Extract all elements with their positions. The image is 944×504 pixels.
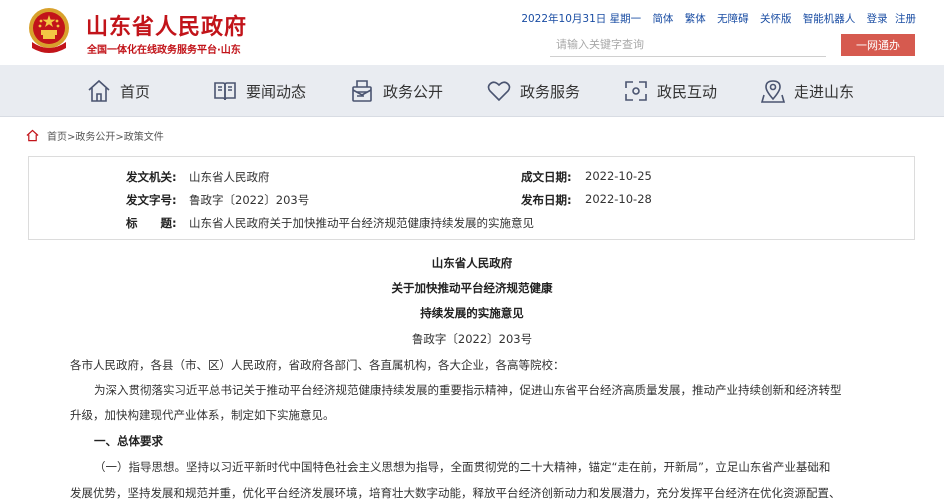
- document-icon: [352, 80, 372, 102]
- nav-label: 首页: [120, 82, 151, 101]
- article-doc-number: 鲁政字〔2022〕203号: [411, 332, 533, 346]
- site-tagline: 全国一体化在线政务服务平台·山东: [87, 45, 241, 56]
- book-icon: [214, 82, 236, 101]
- one-stop-service-button[interactable]: 一网通办: [841, 34, 915, 56]
- home-icon[interactable]: [26, 129, 39, 142]
- breadcrumb: 首页>政务公开>政策文件: [26, 128, 164, 143]
- published-date-label: 发布日期:: [521, 193, 572, 207]
- nav-label: 走进山东: [794, 82, 855, 101]
- heart-icon: [487, 81, 511, 102]
- link-register[interactable]: 注册: [895, 13, 916, 25]
- paragraph-line-2: 发展优势，坚持发展和规范并重，优化平台经济发展环境，培育壮大数字动能，释放平台经…: [70, 486, 841, 500]
- link-simplified[interactable]: 简体: [652, 13, 673, 25]
- nav-item-gov-affairs[interactable]: 政务公开: [349, 76, 443, 106]
- section-heading: 一、总体要求: [94, 434, 163, 448]
- nav-item-news[interactable]: 要闻动态: [212, 76, 306, 106]
- title-label: 标 题:: [126, 216, 177, 230]
- nav-item-gov-services[interactable]: 政务服务: [486, 76, 580, 106]
- article-title-line-3: 持续发展的实施意见: [420, 306, 524, 320]
- published-date-value: 2022-10-28: [585, 192, 652, 206]
- link-accessibility[interactable]: 无障碍: [717, 13, 749, 25]
- nav-item-interaction[interactable]: 政民互动: [623, 76, 717, 106]
- article-title-line-1: 山东省人民政府: [431, 256, 513, 270]
- link-robot[interactable]: 智能机器人: [803, 13, 856, 25]
- breadcrumb-path[interactable]: 首页>政务公开>政策文件: [47, 128, 164, 143]
- nav-item-home[interactable]: 首页: [86, 76, 150, 106]
- paragraph-line-1: （一）指导思想。坚持以习近平新时代中国特色社会主义思想为指导，全面贯彻党的二十大…: [94, 460, 831, 474]
- issuer-value: 山东省人民政府: [189, 170, 270, 184]
- site-header: 山东省人民政府 全国一体化在线政务服务平台·山东 2022年10月31日 星期一…: [0, 0, 944, 65]
- document-meta-box: 发文机关: 山东省人民政府 发文字号: 鲁政字〔2022〕203号 标 题: 山…: [28, 156, 915, 240]
- intro-paragraph-line-1: 为深入贯彻落实习近平总书记关于推动平台经济规范健康持续发展的重要指示精神，促进山…: [94, 383, 842, 397]
- search-input[interactable]: [550, 33, 826, 57]
- site-name[interactable]: 山东省人民政府: [86, 9, 247, 41]
- location-icon: [760, 80, 786, 103]
- title-value: 山东省人民政府关于加快推动平台经济规范健康持续发展的实施意见: [189, 216, 534, 230]
- issuer-label: 发文机关:: [126, 170, 177, 184]
- salutation: 各市人民政府，各县（市、区）人民政府，省政府各部门、各直属机构，各大企业，各高等…: [70, 358, 565, 372]
- nav-label: 要闻动态: [246, 82, 307, 101]
- home-icon: [88, 79, 110, 102]
- written-date-value: 2022-10-25: [585, 169, 652, 183]
- written-date-label: 成文日期:: [521, 170, 572, 184]
- link-care-mode[interactable]: 关怀版: [760, 13, 792, 25]
- link-traditional[interactable]: 繁体: [685, 13, 706, 25]
- nav-item-shandong[interactable]: 走进山东: [760, 76, 854, 106]
- interaction-icon: [625, 81, 647, 101]
- doc-number-label: 发文字号:: [126, 193, 177, 207]
- article-title-line-2: 关于加快推动平台经济规范健康: [391, 281, 553, 295]
- current-date: 2022年10月31日 星期一: [521, 13, 642, 25]
- intro-paragraph-line-2: 升级，加快构建现代产业体系，制定如下实施意见。: [70, 408, 335, 422]
- national-emblem-logo[interactable]: [26, 6, 72, 56]
- nav-label: 政务公开: [383, 82, 444, 101]
- doc-number-value: 鲁政字〔2022〕203号: [189, 193, 310, 207]
- main-nav: 首页 要闻动态 政务公开 政务服务 政民互动 走进山东: [0, 65, 944, 117]
- link-login[interactable]: 登录: [867, 13, 888, 25]
- nav-label: 政务服务: [520, 82, 581, 101]
- nav-label: 政民互动: [657, 82, 718, 101]
- top-utility-bar: 2022年10月31日 星期一 简体 繁体 无障碍 关怀版 智能机器人 登录 注…: [521, 11, 916, 26]
